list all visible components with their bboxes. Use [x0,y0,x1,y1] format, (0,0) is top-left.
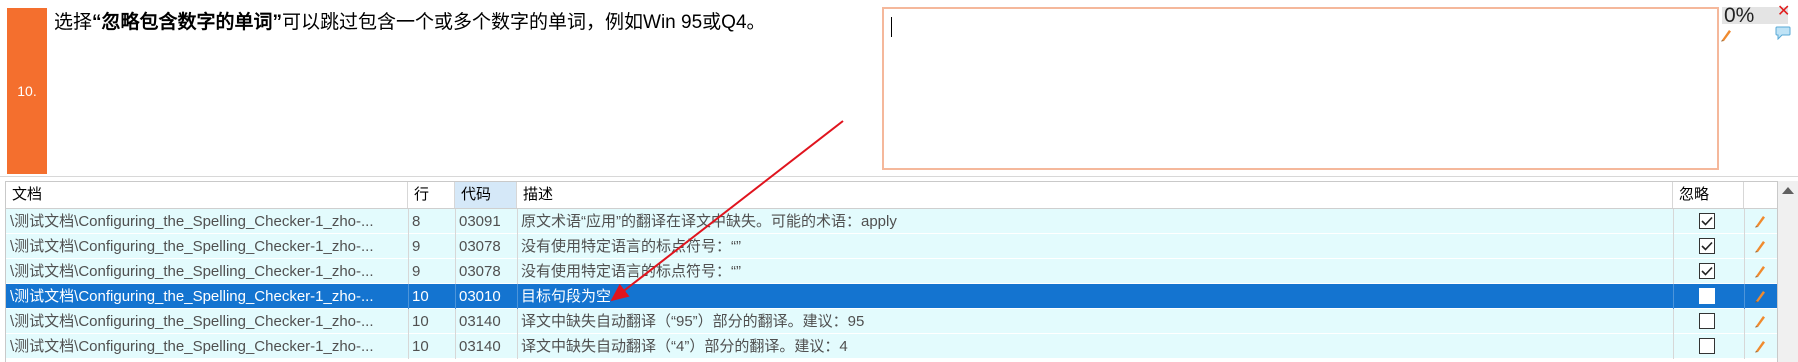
column-header-row[interactable]: 行 [408,182,455,208]
text-caret [891,17,892,37]
column-separator [455,334,456,359]
cell-document: \测试文档\Configuring_the_Spelling_Checker-1… [10,288,374,305]
column-separator [1673,309,1674,334]
cell-code: 03078 [459,238,501,255]
cell-code: 03010 [459,288,501,305]
match-percent: 0% [1724,4,1755,27]
cell-document: \测试文档\Configuring_the_Spelling_Checker-1… [10,263,374,280]
column-separator [1744,209,1745,234]
column-separator [1744,234,1745,259]
cell-row: 10 [412,313,429,330]
column-separator [1673,209,1674,234]
cell-document: \测试文档\Configuring_the_Spelling_Checker-1… [10,213,374,230]
verification-messages-panel: 文档 行 代码 描述 忽略 \测试文档\Configuring_the_Spel… [5,181,1778,362]
ignore-checkbox[interactable] [1699,213,1715,229]
source-prefix: 选择 [54,12,93,33]
checkmark-icon [1701,216,1713,226]
cell-row: 9 [412,238,421,255]
cell-code: 03140 [459,338,501,355]
table-row[interactable]: \测试文档\Configuring_the_Spelling_Checker-1… [6,234,1777,259]
pencil-icon[interactable] [1754,289,1766,303]
close-icon[interactable]: ✕ [1777,4,1790,20]
ignore-checkbox[interactable] [1699,313,1715,329]
segment-editor: 10. 选择“忽略包含数字的单词”可以跳过包含一个或多个数字的单词，例如Win … [0,0,1798,177]
column-separator [408,334,409,359]
column-separator [517,234,518,259]
cell-row: 9 [412,263,421,280]
table-row[interactable]: \测试文档\Configuring_the_Spelling_Checker-1… [6,259,1777,284]
cell-code: 03078 [459,263,501,280]
table-row[interactable]: \测试文档\Configuring_the_Spelling_Checker-1… [6,209,1777,234]
column-separator [1744,309,1745,334]
cell-row: 10 [412,338,429,355]
target-text-field[interactable] [882,7,1719,170]
column-header-ignore[interactable]: 忽略 [1673,182,1744,208]
checkmark-icon [1701,241,1713,251]
column-header-document[interactable]: 文档 [6,182,408,208]
column-separator [1673,284,1674,309]
table-row[interactable]: \测试文档\Configuring_the_Spelling_Checker-1… [6,334,1777,359]
column-separator [455,309,456,334]
column-separator [455,234,456,259]
column-header-code[interactable]: 代码 [455,182,517,208]
cell-description: 没有使用特定语言的标点符号：“” [521,263,741,280]
table-row[interactable]: \测试文档\Configuring_the_Spelling_Checker-1… [6,284,1777,309]
column-separator [455,209,456,234]
checkmark-icon [1701,266,1713,276]
source-suffix: 可以跳过包含一个或多个数字的单词，例如Win 95或Q4。 [282,12,766,33]
column-separator [455,259,456,284]
cell-row: 8 [412,213,421,230]
column-separator [408,309,409,334]
ignore-checkbox[interactable] [1699,263,1715,279]
cell-description: 译文中缺失自动翻译（“95”）部分的翻译。建议：95 [521,313,865,330]
cell-description: 没有使用特定语言的标点符号：“” [521,238,741,255]
column-separator [408,259,409,284]
segment-number[interactable]: 10. [7,8,47,174]
column-separator [455,284,456,309]
cell-document: \测试文档\Configuring_the_Spelling_Checker-1… [10,313,374,330]
cell-document: \测试文档\Configuring_the_Spelling_Checker-1… [10,338,374,355]
source-text: 选择“忽略包含数字的单词”可以跳过包含一个或多个数字的单词，例如Win 95或Q… [54,10,874,160]
column-separator [1673,334,1674,359]
pencil-icon[interactable] [1754,214,1766,228]
column-separator [1673,234,1674,259]
column-header-description[interactable]: 描述 [517,182,1673,208]
column-separator [517,309,518,334]
pencil-icon[interactable] [1754,239,1766,253]
column-separator [1673,259,1674,284]
table-row[interactable]: \测试文档\Configuring_the_Spelling_Checker-1… [6,309,1777,334]
vertical-scrollbar[interactable] [1778,181,1798,362]
scroll-up-arrow-icon[interactable] [1782,187,1794,194]
cell-description: 目标句段为空 [521,288,612,305]
ignore-checkbox[interactable] [1699,338,1715,354]
column-separator [408,234,409,259]
pencil-icon[interactable] [1754,264,1766,278]
column-separator [1744,284,1745,309]
cell-row: 10 [412,288,429,305]
column-separator [517,334,518,359]
pencil-icon[interactable] [1754,339,1766,353]
cell-document: \测试文档\Configuring_the_Spelling_Checker-1… [10,238,374,255]
ignore-checkbox[interactable] [1699,238,1715,254]
source-bold: “忽略包含数字的单词” [92,12,283,33]
column-separator [408,209,409,234]
table-header: 文档 行 代码 描述 忽略 [6,182,1777,209]
cell-description: 译文中缺失自动翻译（“4”）部分的翻译。建议：4 [521,338,848,355]
pencil-icon[interactable] [1754,314,1766,328]
column-separator [408,284,409,309]
column-separator [517,209,518,234]
cell-description: 原文术语“应用”的翻译在译文中缺失。可能的术语：apply [521,213,897,230]
ignore-checkbox[interactable] [1699,288,1715,304]
cell-code: 03091 [459,213,501,230]
column-separator [1744,259,1745,284]
comment-icon[interactable] [1775,26,1791,40]
column-separator [517,259,518,284]
cell-code: 03140 [459,313,501,330]
column-header-action [1744,182,1777,208]
column-separator [517,284,518,309]
pencil-icon[interactable] [1720,28,1732,42]
column-separator [1744,334,1745,359]
